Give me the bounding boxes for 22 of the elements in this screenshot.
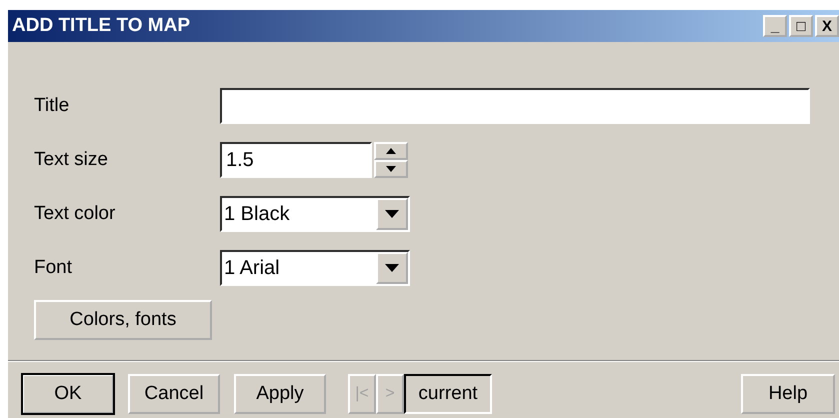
spin-down-button[interactable] — [374, 160, 408, 178]
input-field[interactable]: 1.5 — [220, 142, 372, 178]
spin-up-button[interactable] — [374, 142, 408, 160]
field-label: Text size — [34, 149, 109, 171]
field-label: Text color — [34, 203, 116, 225]
arrow-down-icon — [386, 166, 396, 172]
colors-fonts-button[interactable]: Colors, fonts — [34, 300, 212, 340]
dialog-button[interactable]: OK — [22, 374, 114, 414]
close-button[interactable]: X — [815, 15, 839, 37]
field-label: Font — [34, 257, 74, 279]
dropdown[interactable]: 1 Black — [220, 196, 410, 232]
arrow-up-icon — [386, 148, 396, 154]
window-title: ADD TITLE TO MAP — [12, 15, 190, 37]
input-field[interactable] — [220, 88, 810, 124]
field-label: Title — [34, 95, 70, 117]
minimize-button[interactable]: _ — [763, 15, 787, 37]
dialog-button[interactable]: Cancel — [128, 374, 220, 414]
help-button[interactable]: Help — [741, 374, 835, 414]
current-label: current — [404, 374, 492, 414]
dropdown[interactable]: 1 Arial — [220, 250, 410, 286]
dialog-button[interactable]: Apply — [234, 374, 326, 414]
maximize-button[interactable]: □ — [789, 15, 813, 37]
